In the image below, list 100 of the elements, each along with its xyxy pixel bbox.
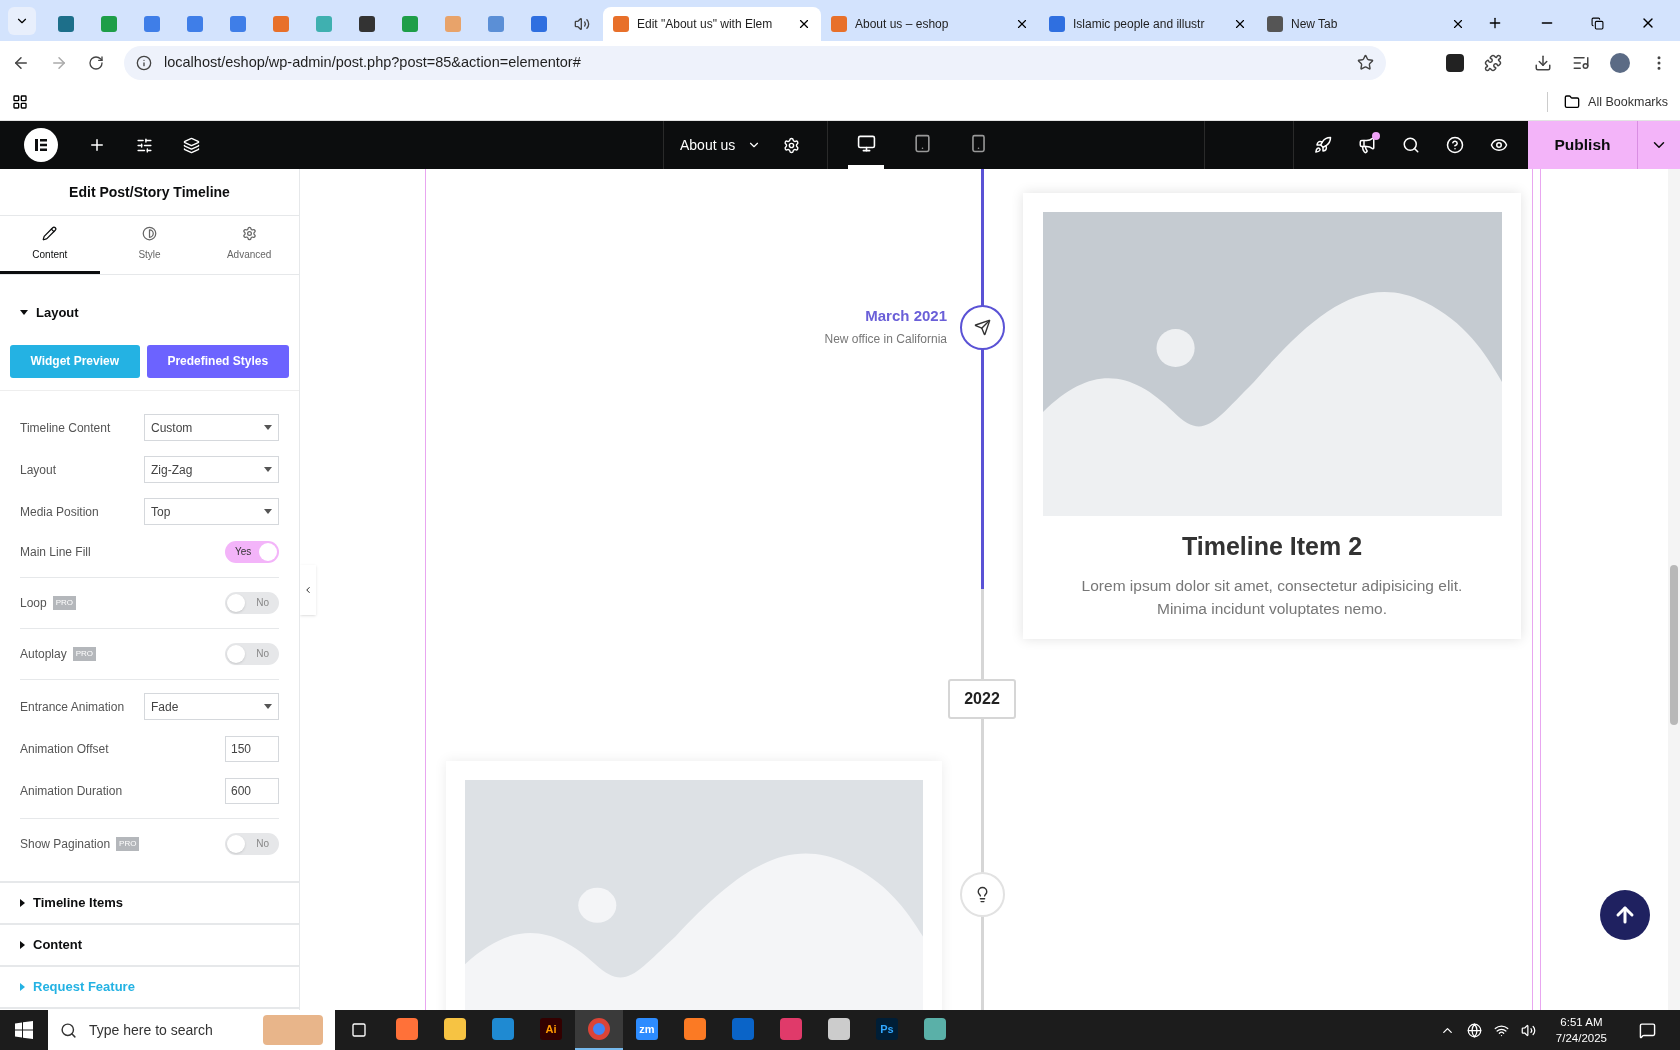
folder-icon <box>1564 94 1581 110</box>
contrast-icon <box>142 225 157 241</box>
caret-icon <box>20 898 25 907</box>
search-field[interactable]: Type here to search <box>48 1010 335 1050</box>
extension-icon[interactable] <box>1446 53 1464 72</box>
year-label: 2022 <box>948 679 1016 719</box>
number-field[interactable]: 150 <box>225 735 279 762</box>
caret-icon <box>20 940 25 949</box>
app-icon[interactable] <box>924 1018 946 1040</box>
select-field[interactable]: Fade <box>144 693 279 720</box>
pro-badge: PRO <box>72 646 97 661</box>
control-label: Media Position <box>20 503 99 521</box>
close-icon[interactable] <box>1451 17 1465 31</box>
megaphone-icon[interactable] <box>1358 136 1376 154</box>
network-icon[interactable] <box>1466 1022 1482 1038</box>
new-tab-icon[interactable] <box>1487 15 1503 31</box>
app-icon[interactable] <box>684 1018 706 1040</box>
site-info-icon[interactable] <box>136 54 152 71</box>
caret-icon <box>264 509 272 514</box>
download-icon[interactable] <box>1534 53 1552 72</box>
close-icon[interactable] <box>1015 17 1029 31</box>
preview-icon[interactable] <box>1490 136 1508 154</box>
start-icon[interactable] <box>15 1021 33 1039</box>
browser-tab[interactable]: Edit "About us" with Elem <box>603 7 821 41</box>
search-icon <box>60 1021 77 1039</box>
rocket-icon[interactable] <box>1314 136 1332 154</box>
pro-badge: PRO <box>52 595 77 610</box>
timeline-subtitle: New office in California <box>824 330 947 348</box>
section-title: Layout <box>36 304 79 322</box>
tablet-icon <box>912 133 932 153</box>
bookmark-star-icon[interactable] <box>1357 54 1374 71</box>
extensions-icon[interactable] <box>1484 53 1502 72</box>
task-view-icon[interactable] <box>351 1022 367 1038</box>
panel-title: Edit Post/Story Timeline <box>69 182 230 202</box>
app-icon[interactable] <box>396 1018 418 1040</box>
control-label: Timeline Content <box>20 419 111 437</box>
avatar-icon[interactable] <box>1610 52 1630 73</box>
logo-button[interactable] <box>24 128 58 162</box>
publish-button[interactable]: Publish <box>1528 121 1637 169</box>
control-label: Loop <box>20 594 47 612</box>
logo-icon <box>34 138 48 152</box>
select-field[interactable]: Custom <box>144 414 279 441</box>
volume-icon[interactable] <box>1520 1022 1536 1038</box>
browser-tab[interactable]: About us – eshop <box>821 7 1039 41</box>
help-icon[interactable] <box>1446 136 1464 154</box>
tab-title: Islamic people and illustr <box>1073 16 1205 33</box>
card-title: Timeline Item 2 <box>1181 531 1363 562</box>
caret-icon <box>264 704 272 709</box>
app-icon[interactable] <box>492 1018 514 1040</box>
clock-time: 6:51 AM <box>1560 1015 1603 1030</box>
bookmarks-link[interactable]: All Bookmarks <box>1588 92 1668 112</box>
desktop-icon <box>856 133 876 153</box>
settings-sliders-icon[interactable] <box>136 136 153 154</box>
card-text: Lorem ipsum dolor sit amet, consectetur adipisicing elit. Minima incidunt voluptates nemo. <box>1080 575 1464 619</box>
scroll-top-button[interactable] <box>1600 890 1650 940</box>
add-element-icon[interactable] <box>88 136 106 154</box>
app-icon[interactable]: Ps <box>876 1018 898 1040</box>
address-bar[interactable]: localhost/eshop/wp-admin/post.php?post=85&action=elementor# <box>124 45 1386 80</box>
app-icon[interactable] <box>444 1018 466 1040</box>
control-label: Autoplay <box>20 645 67 663</box>
restore-icon[interactable] <box>1591 16 1604 30</box>
control-label: Main Line Fill <box>20 543 91 561</box>
browser-tab[interactable]: New Tab <box>1257 7 1475 41</box>
number-field[interactable]: 600 <box>225 777 279 804</box>
section-header[interactable]: Timeline Items <box>0 882 299 925</box>
panel-tab[interactable]: Advanced <box>199 216 299 274</box>
tab-title: Edit "About us" with Elem <box>637 16 773 33</box>
notifications-icon[interactable] <box>1639 1021 1656 1039</box>
timeline-date: March 2021 <box>865 306 947 326</box>
control-label: Show Pagination <box>20 835 111 853</box>
control-label: Layout <box>20 461 57 479</box>
taskbar-item[interactable] <box>575 1010 623 1050</box>
control-label: Animation Offset <box>20 740 109 758</box>
tab-title: New Tab <box>1291 16 1338 33</box>
page-selector[interactable]: About us <box>680 134 762 156</box>
select-field[interactable]: Top <box>144 498 279 525</box>
layers-icon[interactable] <box>183 136 200 154</box>
app-icon[interactable] <box>828 1018 850 1040</box>
app-icon[interactable]: Ai <box>540 1018 562 1040</box>
app-icon[interactable] <box>780 1018 802 1040</box>
reload-icon[interactable] <box>88 54 104 71</box>
scrollbar-thumb[interactable] <box>1670 565 1678 725</box>
close-icon[interactable] <box>1233 17 1247 31</box>
panel-tab[interactable]: Style <box>99 216 200 274</box>
select-field[interactable]: Zig-Zag <box>144 456 279 483</box>
tab-title: About us – eshop <box>855 16 949 33</box>
page-settings-icon[interactable] <box>783 136 801 154</box>
apps-icon[interactable] <box>12 94 28 110</box>
panel-tab[interactable]: Content <box>0 216 100 274</box>
browser-tab[interactable]: Islamic people and illustr <box>1039 7 1257 41</box>
toggle-switch[interactable]: Yes <box>225 540 279 563</box>
control-label: Entrance Animation <box>20 698 125 716</box>
wifi-icon[interactable] <box>1493 1022 1509 1038</box>
chevron-left-icon <box>303 585 313 595</box>
close-icon[interactable] <box>797 17 811 31</box>
browser-icon[interactable] <box>588 1018 610 1040</box>
caret-icon <box>20 982 25 991</box>
predefined-styles-button[interactable]: Predefined Styles <box>146 344 289 378</box>
section-header[interactable]: Content <box>0 924 299 967</box>
search-icon[interactable] <box>1402 136 1420 154</box>
